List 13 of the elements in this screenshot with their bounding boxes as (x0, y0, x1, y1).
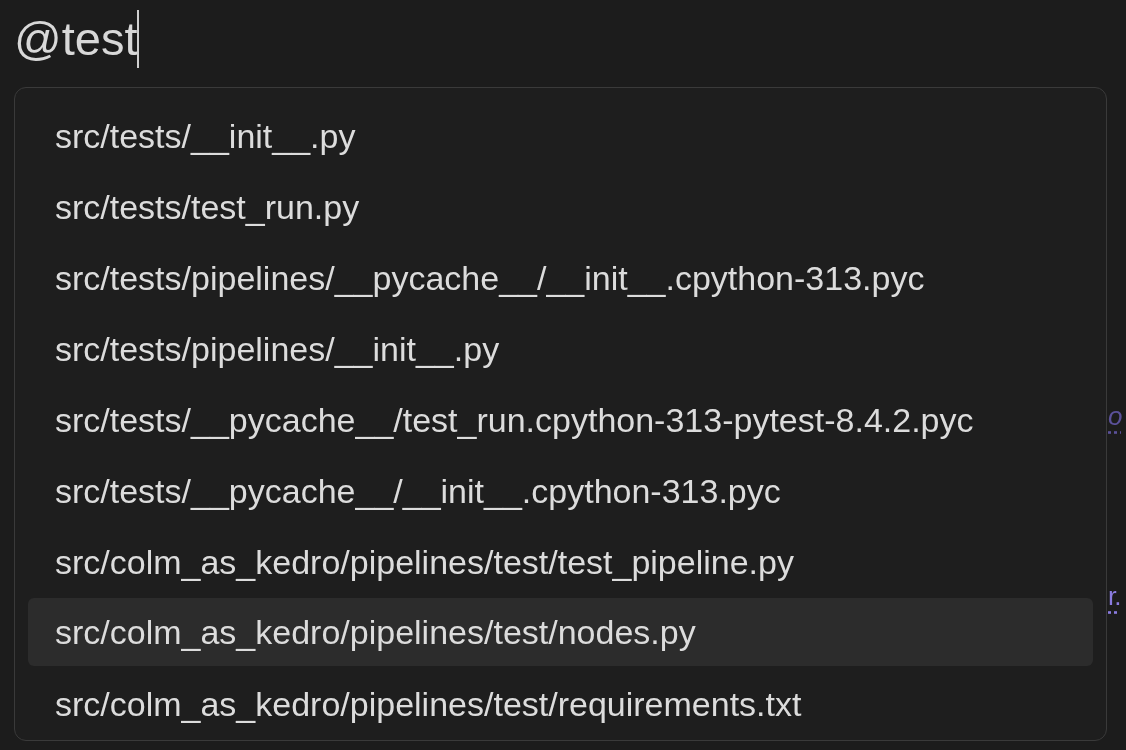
suggestion-item[interactable]: src/tests/__pycache__/__init__.cpython-313.pyc (28, 456, 1093, 527)
suggestion-item[interactable]: src/colm_as_kedro/pipelines/test/test_pipeline.py (28, 527, 1093, 598)
text-caret (137, 10, 140, 68)
suggestion-item[interactable]: src/tests/pipelines/__init__.py (28, 314, 1093, 385)
suggestion-item[interactable]: src/tests/__init__.py (28, 101, 1093, 172)
editor-text: o (1108, 401, 1122, 431)
suggestion-item[interactable]: src/tests/test_run.py (28, 172, 1093, 243)
suggestion-item[interactable]: src/colm_as_kedro/pipelines/test/nodes.py (28, 598, 1093, 666)
query-text[interactable]: @test (14, 14, 138, 64)
editor-text: r. (1108, 581, 1121, 611)
suggestion-item[interactable]: src/tests/__pycache__/test_run.cpython-313-pytest-8.4.2.pyc (28, 385, 1093, 456)
suggestion-item[interactable]: src/tests/pipelines/__pycache__/__init__.cpython-313.pyc (28, 243, 1093, 314)
suggestion-item[interactable]: src/colm_as_kedro/pipelines/test/requirements.txt (28, 669, 1093, 740)
